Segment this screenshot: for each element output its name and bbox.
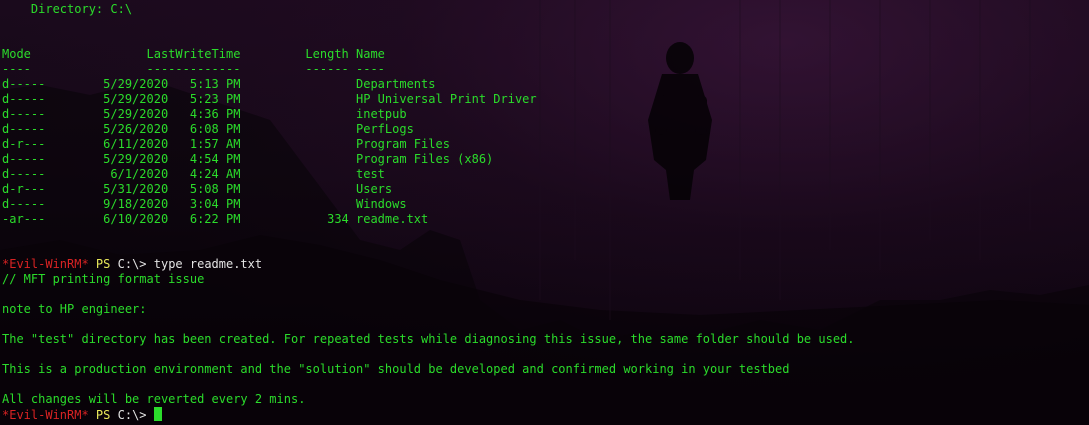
readme-line: note to HP engineer: <box>2 302 147 316</box>
directory-header: Directory: C:\ <box>2 2 133 16</box>
readme-line: This is a production environment and the… <box>2 362 790 376</box>
readme-line: // MFT printing format issue <box>2 272 205 286</box>
listing-separator: ---- ------------- ------ ---- <box>2 62 385 76</box>
listing-row: d-r--- 6/11/2020 1:57 AM Program Files <box>2 137 450 151</box>
prompt-path: C:\> <box>110 257 147 271</box>
terminal-output[interactable]: Directory: C:\ Mode LastWriteTime Length… <box>2 2 855 422</box>
listing-row: d----- 5/29/2020 4:54 PM Program Files (… <box>2 152 494 166</box>
listing-row: d----- 5/29/2020 5:13 PM Departments <box>2 77 436 91</box>
listing-row: d----- 9/18/2020 3:04 PM Windows <box>2 197 407 211</box>
prompt-tag: *Evil-WinRM* <box>2 408 89 422</box>
active-prompt-line[interactable]: *Evil-WinRM* PS C:\> <box>2 407 855 422</box>
listing-row: d----- 6/1/2020 4:24 AM test <box>2 167 385 181</box>
listing-row: d----- 5/26/2020 6:08 PM PerfLogs <box>2 122 414 136</box>
listing-row: d-r--- 5/31/2020 5:08 PM Users <box>2 182 393 196</box>
listing-row: d----- 5/29/2020 5:23 PM HP Universal Pr… <box>2 92 537 106</box>
prompt-ps: PS <box>88 408 111 422</box>
listing-header: Mode LastWriteTime Length Name <box>2 47 385 61</box>
text-cursor[interactable] <box>153 407 162 421</box>
prompt-ps: PS <box>88 257 111 271</box>
readme-line: The "test" directory has been created. F… <box>2 332 855 346</box>
terminal-window[interactable]: Directory: C:\ Mode LastWriteTime Length… <box>0 0 1089 425</box>
readme-line: All changes will be reverted every 2 min… <box>2 392 306 406</box>
prompt-path: C:\> <box>110 408 154 422</box>
listing-row: -ar--- 6/10/2020 6:22 PM 334 readme.txt <box>2 212 429 226</box>
prompt-command: type readme.txt <box>146 257 263 271</box>
listing-row: d----- 5/29/2020 4:36 PM inetpub <box>2 107 407 121</box>
prompt-tag: *Evil-WinRM* <box>2 257 89 271</box>
command-prompt-line: *Evil-WinRM* PS C:\> type readme.txt <box>2 257 855 272</box>
